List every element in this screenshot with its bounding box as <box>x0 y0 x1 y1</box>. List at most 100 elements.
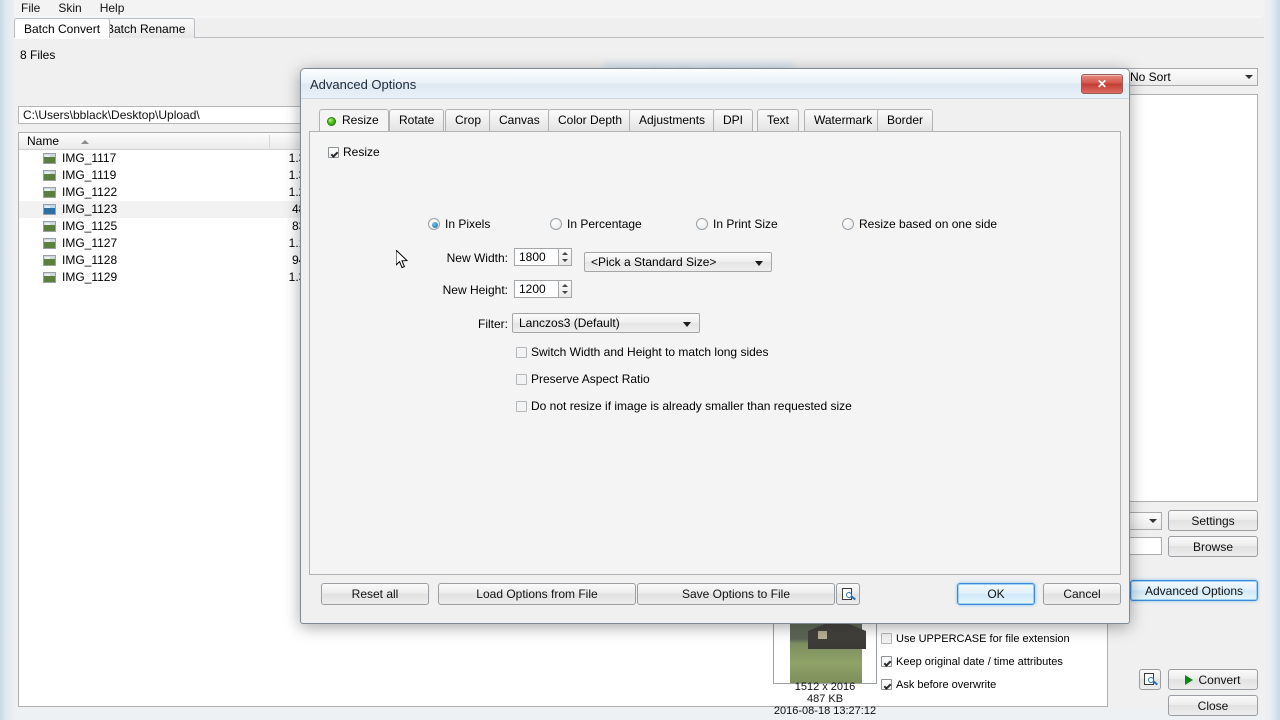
column-header-name[interactable]: Name <box>27 134 59 148</box>
do-not-resize-smaller-checkbox[interactable]: Do not resize if image is already smalle… <box>516 399 852 413</box>
preview-button[interactable] <box>1139 669 1161 690</box>
new-height-stepper[interactable] <box>559 280 572 298</box>
dialog-body: Resize Rotate Crop Canvas Color Depth Ad… <box>307 99 1123 617</box>
reset-all-button[interactable]: Reset all <box>321 583 429 605</box>
preview-magnifier-icon <box>841 587 856 601</box>
close-icon: ✕ <box>1096 77 1108 91</box>
resize-enable-checkbox[interactable]: Resize <box>328 145 380 159</box>
radio-in-pixels[interactable]: In Pixels <box>428 217 490 231</box>
tab-border[interactable]: Border <box>877 109 934 131</box>
tab-rotate[interactable]: Rotate <box>389 109 445 131</box>
keep-original-date-label: Keep original date / time attributes <box>896 656 1063 668</box>
dialog-close-button[interactable]: ✕ <box>1081 74 1123 94</box>
main-tab-strip: Batch Convert Batch Rename <box>14 18 1264 38</box>
radio-resize-one-side-label: Resize based on one side <box>859 217 998 231</box>
file-name: IMG_1119 <box>62 168 117 182</box>
tab-adjustments-label: Adjustments <box>639 113 706 127</box>
filter-combo[interactable]: Lanczos3 (Default) <box>512 313 700 333</box>
checkbox-icon <box>881 633 892 644</box>
resize-mode-radio-group: In Pixels In Percentage In Print Size Re… <box>310 217 1120 233</box>
radio-resize-one-side[interactable]: Resize based on one side <box>842 217 997 231</box>
switch-width-height-checkbox[interactable]: Switch Width and Height to match long si… <box>516 345 768 359</box>
new-height-input[interactable]: 1200 <box>514 280 559 298</box>
close-button[interactable]: Close <box>1168 695 1258 716</box>
filter-label: Filter: <box>478 317 508 331</box>
reset-all-label: Reset all <box>351 587 399 601</box>
use-uppercase-extension-checkbox[interactable]: Use UPPERCASE for file extension <box>881 633 1070 646</box>
tab-batch-convert[interactable]: Batch Convert <box>14 18 111 38</box>
menu-item-help[interactable]: Help <box>97 1 128 15</box>
image-file-icon <box>43 221 56 232</box>
dialog-preview-button[interactable] <box>836 583 860 605</box>
file-size: 1.33 <box>199 150 312 167</box>
new-width-input[interactable]: 1800 <box>514 248 559 266</box>
column-divider[interactable] <box>269 135 270 148</box>
browse-button[interactable]: Browse <box>1168 536 1258 557</box>
image-file-icon <box>43 170 56 181</box>
tab-color-depth[interactable]: Color Depth <box>548 109 633 131</box>
active-tab-indicator-icon <box>327 117 336 126</box>
dialog-title-bar[interactable]: Advanced Options ✕ <box>301 69 1129 99</box>
switch-width-height-label: Switch Width and Height to match long si… <box>531 345 769 359</box>
advanced-options-dialog: Advanced Options ✕ Resize Rotate Crop Ca… <box>300 68 1130 624</box>
radio-in-print-size[interactable]: In Print Size <box>696 217 778 231</box>
radio-icon <box>550 218 562 230</box>
checkbox-icon <box>881 679 892 690</box>
image-file-icon <box>43 255 56 266</box>
image-file-icon <box>43 204 56 215</box>
load-options-label: Load Options from File <box>476 587 598 601</box>
file-size: 1.29 <box>199 184 312 201</box>
cancel-button[interactable]: Cancel <box>1043 583 1121 605</box>
file-size: 486 <box>199 201 312 218</box>
settings-button[interactable]: Settings <box>1168 510 1258 531</box>
dialog-footer: Reset all Load Options from File Save Op… <box>309 577 1121 613</box>
tab-resize[interactable]: Resize <box>319 109 389 131</box>
file-name: IMG_1125 <box>62 219 118 233</box>
new-height-label: New Height: <box>442 283 508 297</box>
image-file-icon <box>43 238 56 249</box>
tab-watermark-label: Watermark <box>814 113 873 127</box>
radio-in-percentage[interactable]: In Percentage <box>550 217 642 231</box>
new-width-label: New Width: <box>446 251 508 265</box>
ask-before-overwrite-checkbox[interactable]: Ask before overwrite <box>881 679 996 692</box>
window-right-edge <box>1262 0 1280 720</box>
radio-in-pixels-label: In Pixels <box>445 217 491 231</box>
tab-adjustments[interactable]: Adjustments <box>629 109 716 131</box>
preserve-aspect-ratio-checkbox[interactable]: Preserve Aspect Ratio <box>516 372 650 386</box>
thumbnail-window-shape <box>818 631 827 639</box>
play-icon <box>1185 674 1194 685</box>
load-options-button[interactable]: Load Options from File <box>438 583 636 605</box>
tab-dpi[interactable]: DPI <box>713 109 754 131</box>
tab-batch-rename[interactable]: Batch Rename <box>96 18 196 38</box>
file-size: 1.16 <box>199 235 312 252</box>
chevron-down-icon <box>755 261 763 266</box>
sort-combo[interactable]: No Sort <box>1124 68 1258 86</box>
menu-item-file[interactable]: File <box>18 1 43 15</box>
checkbox-icon <box>328 147 339 158</box>
browse-button-label: Browse <box>1192 539 1233 554</box>
file-name: IMG_1128 <box>62 253 118 267</box>
ok-button[interactable]: OK <box>957 583 1035 605</box>
tab-color-depth-label: Color Depth <box>558 113 623 127</box>
image-file-icon <box>43 187 56 198</box>
convert-button[interactable]: Convert <box>1168 669 1258 690</box>
standard-size-combo[interactable]: <Pick a Standard Size> <box>584 252 772 272</box>
save-options-button[interactable]: Save Options to File <box>637 583 835 605</box>
advanced-options-button[interactable]: Advanced Options <box>1130 580 1258 601</box>
tab-crop[interactable]: Crop <box>445 109 492 131</box>
dialog-tab-strip: Resize Rotate Crop Canvas Color Depth Ad… <box>309 109 1121 132</box>
preview-magnifier-icon <box>1143 673 1158 686</box>
tab-rotate-label: Rotate <box>399 113 435 127</box>
radio-icon <box>696 218 708 230</box>
tab-canvas[interactable]: Canvas <box>489 109 550 131</box>
file-size: 1.30 <box>199 167 312 184</box>
menu-item-skin[interactable]: Skin <box>55 1 84 15</box>
use-uppercase-extension-label: Use UPPERCASE for file extension <box>896 633 1070 645</box>
chevron-down-icon <box>683 322 691 327</box>
tab-text[interactable]: Text <box>757 109 800 131</box>
advanced-options-button-label: Advanced Options <box>1144 583 1244 598</box>
tab-watermark[interactable]: Watermark <box>804 109 883 131</box>
convert-button-label: Convert <box>1198 672 1241 687</box>
keep-original-date-checkbox[interactable]: Keep original date / time attributes <box>881 656 1063 669</box>
new-width-stepper[interactable] <box>559 248 572 266</box>
